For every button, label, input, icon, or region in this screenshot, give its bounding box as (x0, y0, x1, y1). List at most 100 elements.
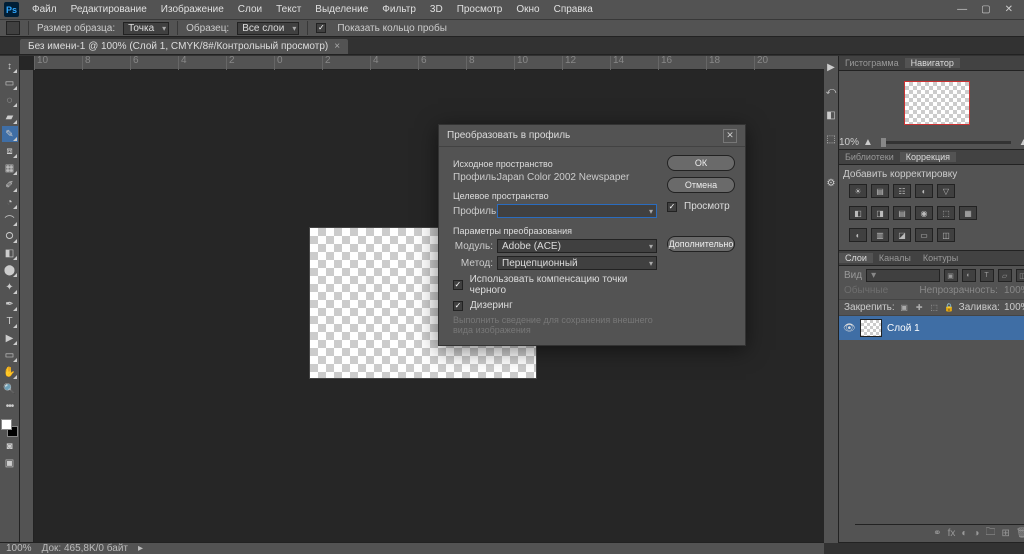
eraser-tool[interactable]: ⭘ (2, 228, 18, 244)
crop-tool[interactable]: ▰ (2, 109, 18, 125)
pen-tool[interactable]: ✒ (2, 296, 18, 312)
cancel-button[interactable]: Отмена (667, 177, 735, 193)
move-tool[interactable]: ↕ (2, 58, 18, 74)
dialog-titlebar[interactable]: Преобразовать в профиль ✕ (439, 125, 745, 147)
status-doc-info[interactable]: Док: 465,8K/0 байт (42, 543, 128, 554)
menu-layers[interactable]: Слои (231, 4, 269, 15)
play-icon[interactable]: ▶ (824, 60, 838, 74)
zoom-tool[interactable]: 🔍 (2, 381, 18, 397)
path-select-tool[interactable]: ▶ (2, 330, 18, 346)
layer-style-icon[interactable]: fx (948, 528, 956, 539)
levels-icon[interactable]: ▤ (871, 184, 889, 198)
ok-button[interactable]: ОК (667, 155, 735, 171)
layer-item[interactable]: 👁 Слой 1 (839, 316, 1024, 340)
delete-layer-icon[interactable]: 🗑 (1016, 528, 1024, 539)
navigator-zoom-slider[interactable] (881, 141, 1011, 144)
frame-tool[interactable]: ⧈ (2, 143, 18, 159)
lock-artboard-icon[interactable]: ⬚ (929, 302, 940, 313)
history-icon[interactable]: ⤺ (824, 84, 838, 98)
exposure-icon[interactable]: ◐ (915, 184, 933, 198)
quick-mask-button[interactable]: ◙ (2, 438, 18, 454)
dodge-tool[interactable]: ✦ (2, 279, 18, 295)
engine-dropdown[interactable]: Adobe (ACE) (497, 239, 657, 253)
curves-icon[interactable]: ☷ (893, 184, 911, 198)
opacity-value[interactable]: 100% (1004, 285, 1024, 296)
brightness-contrast-icon[interactable]: ☀ (849, 184, 867, 198)
vibrance-icon[interactable]: ▽ (937, 184, 955, 198)
sample-dropdown[interactable]: Все слои (237, 22, 299, 35)
visibility-icon[interactable]: 👁 (843, 323, 855, 334)
link-layers-icon[interactable]: ⚭ (933, 528, 941, 539)
photo-filter-icon[interactable]: ◉ (915, 206, 933, 220)
tab-paths[interactable]: Контуры (917, 253, 964, 263)
preview-checkbox[interactable] (667, 202, 677, 212)
hue-sat-icon[interactable]: ◧ (849, 206, 867, 220)
channel-mixer-icon[interactable]: ⬚ (937, 206, 955, 220)
character-icon[interactable]: ⬚ (824, 132, 838, 146)
navigator-thumbnail[interactable] (904, 81, 970, 125)
tool-preset-picker[interactable] (6, 21, 20, 35)
tab-navigator[interactable]: Навигатор (905, 58, 960, 68)
blend-mode-dropdown[interactable]: Обычные (844, 285, 913, 296)
foreground-color-swatch[interactable] (1, 419, 12, 430)
advanced-button[interactable]: Дополнительно (667, 236, 735, 252)
marquee-tool[interactable]: ▭ (2, 75, 18, 91)
menu-image[interactable]: Изображение (154, 4, 231, 15)
maximize-button[interactable]: ▢ (978, 4, 993, 15)
menu-window[interactable]: Окно (509, 4, 546, 15)
status-arrow-icon[interactable]: ▸ (138, 543, 143, 554)
invert-icon[interactable]: ◐ (849, 228, 867, 242)
gradient-map-icon[interactable]: ▭ (915, 228, 933, 242)
lock-all-icon[interactable]: 🔒 (944, 302, 955, 313)
ruler-vertical[interactable] (20, 70, 34, 543)
new-layer-icon[interactable]: ⊞ (1001, 528, 1009, 539)
lasso-tool[interactable]: ◌ (2, 92, 18, 108)
filter-adjust-icon[interactable]: ◐ (962, 269, 976, 282)
bpc-checkbox[interactable] (453, 280, 463, 290)
new-group-icon[interactable]: 🗀 (985, 525, 995, 542)
edit-toolbar-button[interactable]: ••• (2, 398, 18, 414)
ruler-horizontal[interactable]: 10 8 6 4 2 0 2 4 6 8 10 12 14 16 18 20 (34, 56, 824, 70)
status-zoom[interactable]: 100% (6, 543, 32, 554)
layer-mask-icon[interactable]: ◐ (961, 528, 967, 539)
lock-position-icon[interactable]: ✚ (914, 302, 925, 313)
close-button[interactable]: ✕ (1002, 4, 1016, 15)
menu-help[interactable]: Справка (547, 4, 600, 15)
tab-channels[interactable]: Каналы (873, 253, 917, 263)
color-swatches[interactable] (1, 419, 18, 437)
color-balance-icon[interactable]: ◨ (871, 206, 889, 220)
menu-select[interactable]: Выделение (308, 4, 375, 15)
filter-image-icon[interactable]: ▣ (944, 269, 958, 282)
sample-size-dropdown[interactable]: Точка (123, 22, 169, 35)
screen-mode-button[interactable]: ▣ (2, 455, 18, 471)
document-tab-close-icon[interactable]: × (334, 41, 340, 52)
bw-icon[interactable]: ▤ (893, 206, 911, 220)
patch-tool[interactable]: ▦ (2, 160, 18, 176)
properties-icon[interactable]: ◧ (824, 108, 838, 122)
brush-tool[interactable]: ✐ (2, 177, 18, 193)
layer-kind-dropdown[interactable]: ▾ (866, 269, 939, 282)
menu-file[interactable]: Файл (25, 4, 64, 15)
eyedropper-tool[interactable]: ✎ (2, 126, 18, 142)
tab-libraries[interactable]: Библиотеки (839, 152, 900, 162)
dither-checkbox[interactable] (453, 301, 463, 311)
target-profile-dropdown[interactable] (497, 204, 657, 218)
stamp-tool[interactable]: ◔ (2, 194, 18, 210)
layer-name[interactable]: Слой 1 (887, 323, 920, 334)
hand-tool[interactable]: ✋ (2, 364, 18, 380)
minimize-button[interactable]: — (954, 4, 970, 15)
menu-view[interactable]: Просмотр (450, 4, 510, 15)
tab-correction[interactable]: Коррекция (900, 152, 956, 162)
menu-text[interactable]: Текст (269, 4, 308, 15)
filter-text-icon[interactable]: T (980, 269, 994, 282)
selective-color-icon[interactable]: ◫ (937, 228, 955, 242)
shape-tool[interactable]: ▭ (2, 347, 18, 363)
zoom-out-icon[interactable]: ▲ (863, 137, 873, 148)
layer-thumbnail[interactable] (860, 319, 882, 337)
blur-tool[interactable]: ⬤ (2, 262, 18, 278)
threshold-icon[interactable]: ◪ (893, 228, 911, 242)
menu-filter[interactable]: Фильтр (375, 4, 423, 15)
color-lookup-icon[interactable]: ▦ (959, 206, 977, 220)
intent-dropdown[interactable]: Перцепционный (497, 256, 657, 270)
filter-smart-icon[interactable]: ◫ (1016, 269, 1024, 282)
